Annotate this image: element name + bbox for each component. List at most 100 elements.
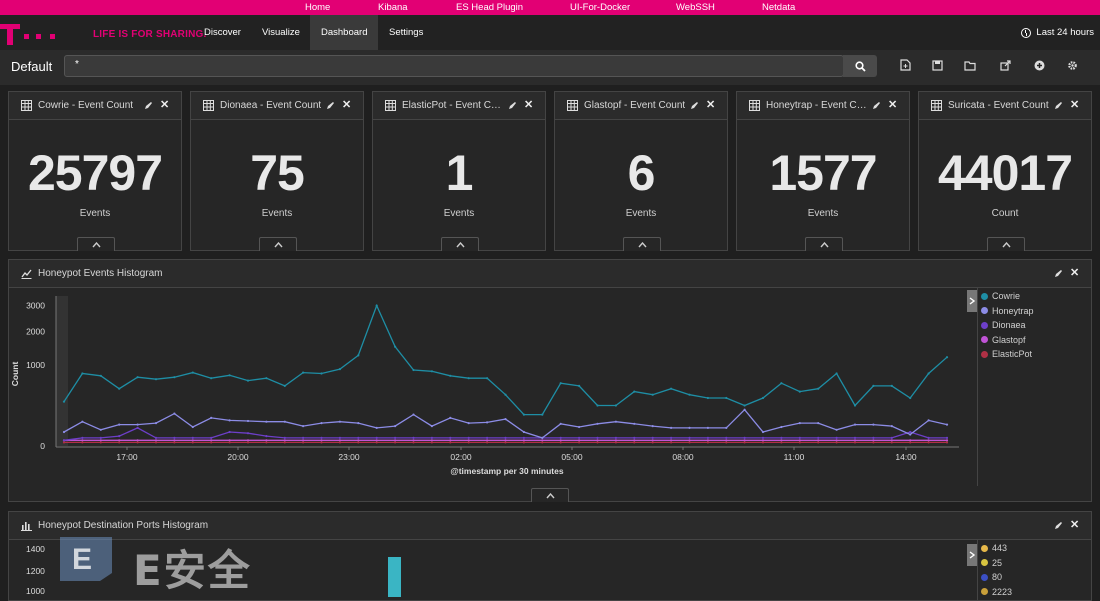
data-point[interactable]: [522, 439, 526, 442]
data-point[interactable]: [338, 441, 341, 444]
data-point[interactable]: [154, 439, 158, 442]
data-point[interactable]: [835, 428, 838, 431]
data-point[interactable]: [302, 439, 305, 442]
data-point[interactable]: [761, 439, 765, 442]
data-point[interactable]: [375, 441, 378, 444]
data-point[interactable]: [522, 441, 526, 444]
data-point[interactable]: [357, 439, 360, 442]
data-point[interactable]: [486, 377, 489, 380]
nav-visualize[interactable]: Visualize: [251, 15, 311, 50]
data-point[interactable]: [375, 439, 378, 442]
data-point[interactable]: [706, 439, 710, 442]
legend-toggle[interactable]: [967, 544, 977, 566]
data-point[interactable]: [246, 439, 250, 442]
data-point[interactable]: [486, 439, 489, 442]
data-point[interactable]: [118, 435, 121, 438]
data-point[interactable]: [99, 428, 102, 431]
data-point[interactable]: [375, 436, 378, 439]
pencil-icon[interactable]: [690, 101, 699, 110]
data-point[interactable]: [780, 436, 783, 439]
data-point[interactable]: [743, 441, 746, 444]
pencil-icon[interactable]: [144, 101, 153, 110]
legend-item[interactable]: Glastopf: [981, 335, 1026, 345]
data-point[interactable]: [706, 436, 710, 439]
data-point[interactable]: [890, 436, 893, 439]
data-point[interactable]: [872, 439, 875, 442]
data-point[interactable]: [228, 374, 231, 377]
data-point[interactable]: [173, 376, 176, 379]
data-point[interactable]: [559, 439, 562, 442]
data-point[interactable]: [430, 439, 433, 442]
data-point[interactable]: [449, 374, 452, 377]
data-point[interactable]: [320, 439, 323, 442]
data-point[interactable]: [191, 441, 194, 444]
data-point[interactable]: [578, 441, 581, 444]
data-point[interactable]: [743, 436, 746, 439]
data-point[interactable]: [246, 432, 250, 435]
data-point[interactable]: [559, 422, 562, 425]
add-panel-icon[interactable]: [1032, 58, 1046, 72]
data-point[interactable]: [210, 441, 213, 444]
data-point[interactable]: [688, 393, 691, 396]
data-point[interactable]: [394, 441, 397, 444]
legend-item[interactable]: Honeytrap: [981, 306, 1034, 316]
data-point[interactable]: [467, 377, 470, 380]
time-picker[interactable]: Last 24 hours: [1021, 27, 1094, 38]
data-point[interactable]: [927, 419, 930, 422]
data-point[interactable]: [835, 372, 838, 375]
data-point[interactable]: [596, 439, 599, 442]
data-point[interactable]: [909, 433, 912, 436]
data-point[interactable]: [651, 425, 654, 428]
data-point[interactable]: [614, 439, 618, 442]
data-point[interactable]: [486, 421, 489, 424]
data-point[interactable]: [246, 379, 250, 382]
data-point[interactable]: [283, 420, 286, 423]
data-point[interactable]: [522, 430, 526, 434]
data-point[interactable]: [945, 441, 949, 444]
data-point[interactable]: [504, 393, 507, 396]
top-link-kibana[interactable]: Kibana: [378, 2, 408, 13]
data-point[interactable]: [761, 441, 765, 444]
close-icon[interactable]: ✕: [706, 98, 715, 111]
data-point[interactable]: [302, 436, 305, 439]
data-point[interactable]: [357, 441, 360, 444]
data-point[interactable]: [504, 441, 507, 444]
data-point[interactable]: [467, 436, 470, 439]
data-point[interactable]: [62, 441, 66, 444]
top-link-netdata[interactable]: Netdata: [762, 2, 795, 13]
data-point[interactable]: [670, 441, 673, 444]
data-point[interactable]: [522, 413, 526, 416]
data-point[interactable]: [706, 441, 710, 444]
data-point[interactable]: [817, 439, 820, 442]
data-point[interactable]: [191, 436, 194, 439]
data-point[interactable]: [670, 439, 673, 442]
data-point[interactable]: [688, 426, 691, 429]
data-point[interactable]: [633, 439, 636, 442]
data-point[interactable]: [394, 345, 397, 348]
data-point[interactable]: [504, 436, 507, 439]
data-point[interactable]: [945, 423, 949, 426]
data-point[interactable]: [541, 436, 544, 439]
data-point[interactable]: [62, 400, 66, 403]
top-link-home[interactable]: Home: [305, 2, 330, 13]
close-icon[interactable]: ✕: [1070, 266, 1079, 279]
data-point[interactable]: [394, 436, 397, 439]
data-point[interactable]: [761, 396, 765, 400]
data-point[interactable]: [394, 425, 397, 428]
data-point[interactable]: [357, 436, 360, 439]
series-line-cowrie[interactable]: [63, 303, 948, 416]
data-point[interactable]: [320, 441, 323, 444]
data-point[interactable]: [136, 376, 139, 379]
data-point[interactable]: [725, 396, 728, 400]
open-folder-icon[interactable]: [963, 58, 977, 72]
series-line-honeytrap[interactable]: [63, 408, 948, 439]
data-point[interactable]: [761, 430, 765, 434]
data-point[interactable]: [412, 436, 415, 439]
data-point[interactable]: [136, 426, 139, 429]
close-icon[interactable]: ✕: [1070, 98, 1079, 111]
data-point[interactable]: [394, 439, 397, 442]
data-point[interactable]: [430, 425, 433, 428]
data-point[interactable]: [578, 425, 581, 429]
data-point[interactable]: [743, 439, 746, 442]
data-point[interactable]: [228, 430, 231, 434]
